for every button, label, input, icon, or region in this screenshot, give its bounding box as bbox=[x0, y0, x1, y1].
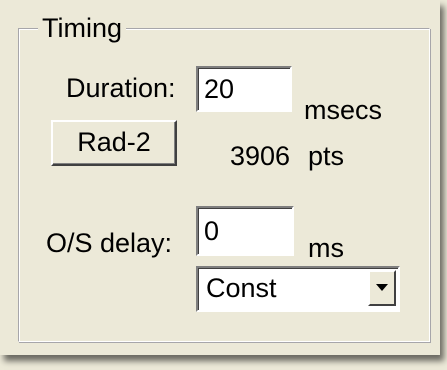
chevron-down-icon bbox=[376, 284, 388, 291]
duration-label: Duration: bbox=[66, 73, 176, 103]
duration-unit-label: msecs bbox=[304, 95, 383, 125]
mode-select[interactable]: Const bbox=[196, 266, 400, 312]
os-delay-input[interactable] bbox=[196, 206, 294, 256]
duration-input[interactable] bbox=[196, 66, 292, 112]
mode-select-value: Const bbox=[206, 273, 277, 303]
timing-panel: Timing Duration: msecs Rad-2 3906 pts O/… bbox=[0, 0, 440, 355]
group-title: Timing bbox=[38, 12, 127, 44]
points-value: 3906 bbox=[230, 141, 291, 171]
rad-2-button[interactable]: Rad-2 bbox=[51, 120, 177, 166]
dropdown-arrow-button[interactable] bbox=[368, 270, 396, 306]
os-delay-unit-label: ms bbox=[308, 233, 344, 263]
points-unit-label: pts bbox=[308, 141, 345, 171]
os-delay-label: O/S delay: bbox=[46, 228, 173, 258]
